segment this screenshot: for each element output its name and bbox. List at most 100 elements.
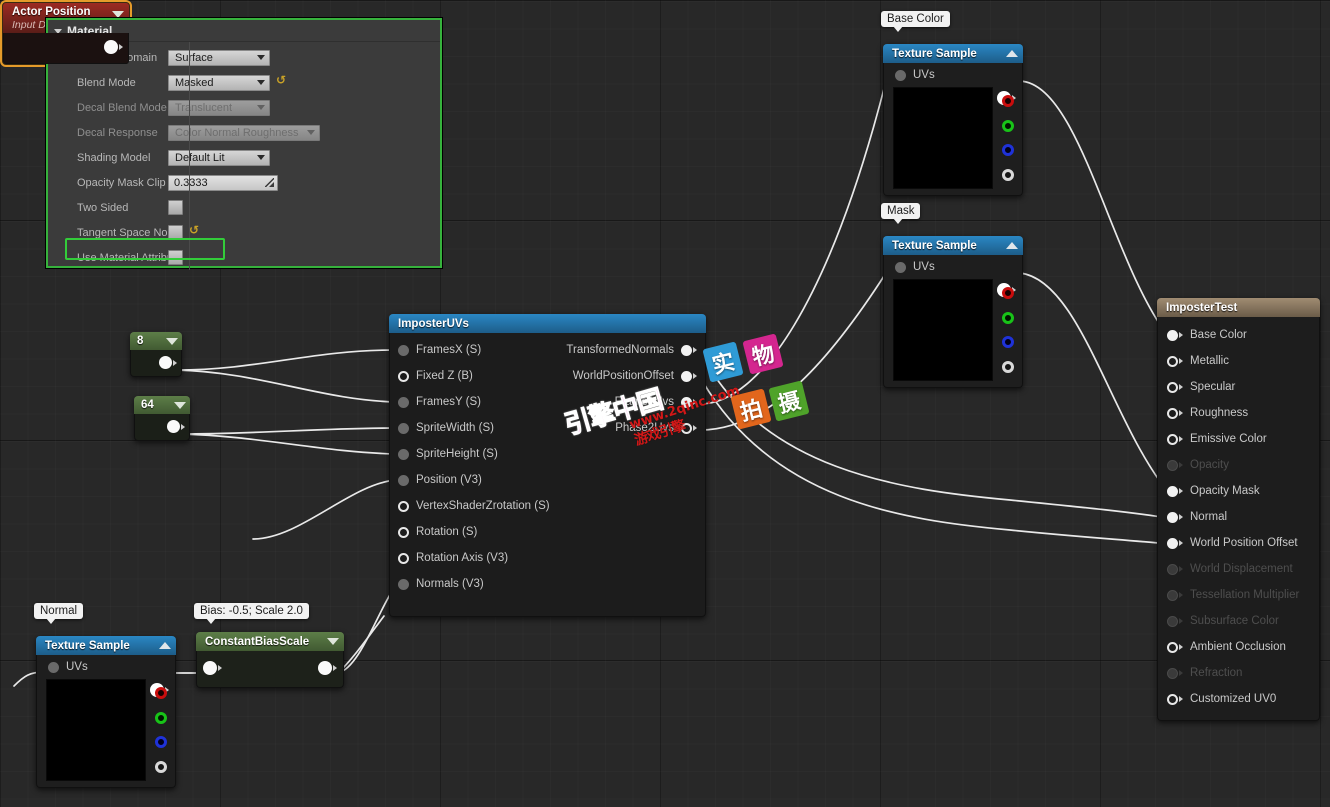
constant-64-output-pin[interactable] (167, 420, 185, 433)
property-row-blend-mode[interactable]: Blend Mode Masked (48, 70, 440, 95)
input-pin-rotation-axis[interactable]: Rotation Axis (V3) (390, 545, 570, 571)
property-row-tangent-space-normal[interactable]: Tangent Space Norma (48, 220, 440, 245)
output-pin-frame1uvs[interactable]: Frame1Uvs (545, 389, 705, 415)
output-pin-red[interactable] (1001, 287, 1014, 300)
result-pin-opacity-mask[interactable]: Opacity Mask (1158, 478, 1319, 504)
texture-sample-header[interactable]: Texture Sample (883, 236, 1023, 255)
input-pin-spritewidth[interactable]: SpriteWidth (S) (390, 415, 570, 441)
decal-blend-mode-dropdown: Translucent (168, 99, 270, 116)
chevron-down-icon (306, 130, 315, 135)
output-pin-alpha[interactable] (1001, 360, 1014, 373)
texture-sample-uv-row[interactable]: UVs (37, 655, 175, 679)
texture-sample-normal-node[interactable]: Texture Sample UVs (36, 636, 176, 788)
chevron-up-icon[interactable] (159, 642, 171, 649)
material-domain-dropdown[interactable]: Surface (168, 49, 270, 66)
result-pin-customized-uv0[interactable]: Customized UV0 (1158, 686, 1319, 712)
pin-label: Position (V3) (416, 474, 482, 486)
pin-label: Ambient Occlusion (1190, 641, 1286, 653)
property-row-opacity-mask-clip-value[interactable]: Opacity Mask Clip Va 0.3333 (48, 170, 440, 195)
texture-sample-uv-row[interactable]: UVs (884, 63, 1022, 87)
output-pin-transformednormals[interactable]: TransformedNormals (545, 337, 705, 363)
texture-sample-base-color-node[interactable]: Texture Sample UVs (883, 44, 1023, 196)
result-pin-world-displacement: World Displacement (1158, 556, 1319, 582)
result-pin-metallic[interactable]: Metallic (1158, 348, 1319, 374)
opacity-mask-clip-value-input[interactable]: 0.3333 (168, 174, 278, 191)
constant-bias-scale-node[interactable]: ConstantBiasScale (196, 632, 344, 688)
actor-position-output-pin[interactable] (104, 40, 123, 54)
property-row-decal-blend-mode: Decal Blend Mode Translucent (48, 95, 440, 120)
imposter-test-result-node[interactable]: ImposterTest Base Color Metallic Specula… (1157, 298, 1320, 721)
result-pin-roughness[interactable]: Roughness (1158, 400, 1319, 426)
output-pin-alpha[interactable] (1001, 168, 1014, 181)
result-pin-base-color[interactable]: Base Color (1158, 322, 1319, 348)
output-pin-blue[interactable] (1001, 144, 1014, 157)
output-pin-green[interactable] (154, 711, 167, 724)
texture-sample-body: UVs (36, 655, 176, 788)
texture-sample-header[interactable]: Texture Sample (36, 636, 176, 655)
property-row-use-material-attributes[interactable]: Use Material Attribute (48, 245, 440, 270)
constant-bias-scale-header[interactable]: ConstantBiasScale (196, 632, 344, 651)
output-pin-green[interactable] (1001, 311, 1014, 324)
pin-arrow-icon (333, 665, 337, 671)
constant-64-body (134, 414, 190, 441)
chevron-down-icon[interactable] (166, 337, 178, 345)
pin-dot (1167, 615, 1178, 627)
texture-sample-mask-node[interactable]: Texture Sample UVs (883, 236, 1023, 388)
output-pin-red[interactable] (154, 687, 167, 700)
input-pin-spriteheight[interactable]: SpriteHeight (S) (390, 441, 570, 467)
input-pin-framesy[interactable]: FramesY (S) (390, 389, 570, 415)
chevron-down-icon[interactable] (327, 638, 339, 645)
result-pin-emissive-color[interactable]: Emissive Color (1158, 426, 1319, 452)
output-pin-red[interactable] (1001, 95, 1014, 108)
output-pin-worldpositionoffset[interactable]: WorldPositionOffset (545, 363, 705, 389)
revert-icon[interactable] (276, 73, 286, 88)
property-row-two-sided[interactable]: Two Sided (48, 195, 440, 220)
result-pin-world-position-offset[interactable]: World Position Offset (1158, 530, 1319, 556)
property-row-shading-model[interactable]: Shading Model Default Lit (48, 145, 440, 170)
constant-bias-scale-input-pin[interactable] (203, 661, 222, 675)
tangent-space-normal-checkbox[interactable] (168, 225, 183, 240)
input-pin-fixedz[interactable]: Fixed Z (B) (390, 363, 570, 389)
material-graph-canvas[interactable]: Material Material Domain Surface Blend M… (0, 0, 1330, 807)
output-pin-blue[interactable] (154, 736, 167, 749)
output-pin-phase2uvs[interactable]: Phase2Uvs (545, 415, 705, 441)
texture-sample-uv-row[interactable]: UVs (884, 255, 1022, 279)
constant-node-8[interactable]: 8 (130, 332, 182, 377)
input-pin-rotation[interactable]: Rotation (S) (390, 519, 570, 545)
chevron-down-icon[interactable] (112, 11, 124, 18)
constant-bias-scale-output-pin[interactable] (318, 661, 337, 675)
imposter-uvs-body: FramesX (S) Fixed Z (B) FramesY (S) Spri… (389, 333, 706, 617)
use-material-attributes-checkbox[interactable] (168, 250, 183, 265)
result-pin-specular[interactable]: Specular (1158, 374, 1319, 400)
constant-8-output-pin[interactable] (159, 356, 177, 369)
constant-64-header[interactable]: 64 (134, 396, 190, 414)
output-pin-green[interactable] (1001, 119, 1014, 132)
input-pin-vertexshaderzrotation[interactable]: VertexShaderZrotation (S) (390, 493, 570, 519)
pin-arrow-icon (119, 44, 123, 50)
constant-8-header[interactable]: 8 (130, 332, 182, 350)
input-pin-framesx[interactable]: FramesX (S) (390, 337, 570, 363)
result-pin-ambient-occlusion[interactable]: Ambient Occlusion (1158, 634, 1319, 660)
input-pin-normals[interactable]: Normals (V3) (390, 571, 570, 597)
imposter-uvs-header[interactable]: ImposterUVs (389, 314, 706, 333)
constant-node-64[interactable]: 64 (134, 396, 190, 441)
texture-sample-header[interactable]: Texture Sample (883, 44, 1023, 63)
property-label: Decal Response (77, 126, 158, 139)
imposter-uvs-inputs: FramesX (S) Fixed Z (B) FramesY (S) Spri… (390, 337, 570, 597)
chevron-down-icon[interactable] (174, 401, 186, 409)
revert-icon[interactable] (189, 223, 199, 238)
input-pin-position[interactable]: Position (V3) (390, 467, 570, 493)
output-pin-alpha[interactable] (154, 760, 167, 773)
result-pin-opacity: Opacity (1158, 452, 1319, 478)
result-pin-normal[interactable]: Normal (1158, 504, 1319, 530)
chevron-up-icon[interactable] (1006, 50, 1018, 57)
output-pin-blue[interactable] (1001, 336, 1014, 349)
shading-model-dropdown[interactable]: Default Lit (168, 149, 270, 166)
blend-mode-dropdown[interactable]: Masked (168, 74, 270, 91)
two-sided-checkbox[interactable] (168, 200, 183, 215)
imposter-uvs-node[interactable]: ImposterUVs FramesX (S) Fixed Z (B) Fram… (389, 314, 706, 617)
spinner-icon[interactable] (265, 178, 274, 187)
imposter-test-header[interactable]: ImposterTest (1157, 298, 1320, 317)
chevron-up-icon[interactable] (1006, 242, 1018, 249)
actor-position-node[interactable]: Actor Position Input Data (0, 0, 132, 67)
